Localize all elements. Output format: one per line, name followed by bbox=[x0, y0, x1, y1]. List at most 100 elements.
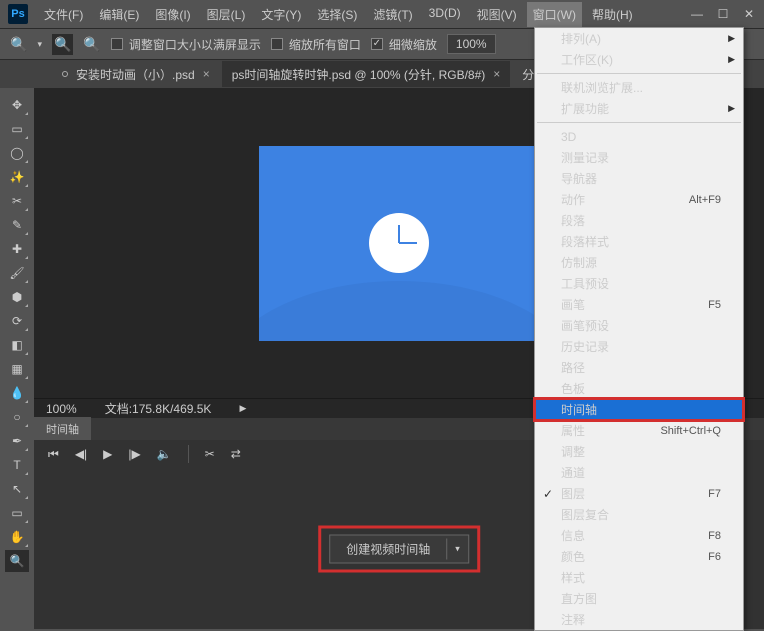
menu-type[interactable]: 文字(Y) bbox=[255, 2, 307, 27]
menu-3d[interactable]: 3D(D) bbox=[423, 2, 467, 27]
gradient-tool-icon[interactable]: ▦ bbox=[5, 358, 29, 380]
menu-select[interactable]: 选择(S) bbox=[311, 2, 363, 27]
hand-tool-icon[interactable]: ✋ bbox=[5, 526, 29, 548]
menu-filter[interactable]: 滤镜(T) bbox=[367, 2, 418, 27]
menu-workspace[interactable]: 工作区(K)▶ bbox=[535, 49, 743, 70]
timeline-panel-tab[interactable]: 时间轴 bbox=[34, 417, 91, 441]
document-canvas[interactable] bbox=[259, 146, 539, 341]
menu-item-信息[interactable]: 信息F8 bbox=[535, 525, 743, 546]
menu-extensions[interactable]: 扩展功能▶ bbox=[535, 98, 743, 119]
dodge-tool-icon[interactable]: ○ bbox=[5, 406, 29, 428]
menu-item-画笔预设[interactable]: 画笔预设 bbox=[535, 315, 743, 336]
menu-item-段落样式[interactable]: 段落样式 bbox=[535, 231, 743, 252]
lasso-tool-icon[interactable]: ◯ bbox=[5, 142, 29, 164]
pen-tool-icon[interactable]: ✒ bbox=[5, 430, 29, 452]
play-icon[interactable]: ▶ bbox=[103, 447, 112, 461]
menu-item-直方图[interactable]: 直方图 bbox=[535, 588, 743, 609]
menu-view[interactable]: 视图(V) bbox=[471, 2, 523, 27]
menu-layer[interactable]: 图层(L) bbox=[201, 2, 252, 27]
menu-item-动作[interactable]: 动作Alt+F9 bbox=[535, 189, 743, 210]
transition-icon[interactable]: ⇄ bbox=[231, 447, 241, 461]
wand-tool-icon[interactable]: ✨ bbox=[5, 166, 29, 188]
crop-tool-icon[interactable]: ✂ bbox=[5, 190, 29, 212]
zoom-out-icon[interactable]: 🔍 bbox=[83, 36, 100, 53]
menu-item-颜色[interactable]: 颜色F6 bbox=[535, 546, 743, 567]
menu-item-画笔[interactable]: 画笔F5 bbox=[535, 294, 743, 315]
menu-arrange[interactable]: 排列(A)▶ bbox=[535, 28, 743, 49]
shape-tool-icon[interactable]: ▭ bbox=[5, 502, 29, 524]
menu-item-3D[interactable]: 3D bbox=[535, 126, 743, 147]
menu-separator bbox=[537, 122, 741, 123]
history-brush-icon[interactable]: ⟳ bbox=[5, 310, 29, 332]
menu-browse-extensions[interactable]: 联机浏览扩展... bbox=[535, 77, 743, 98]
menu-item-导航器[interactable]: 导航器 bbox=[535, 168, 743, 189]
menu-item-图层[interactable]: ✓图层F7 bbox=[535, 483, 743, 504]
menu-item-路径[interactable]: 路径 bbox=[535, 357, 743, 378]
menu-edit[interactable]: 编辑(E) bbox=[93, 2, 145, 27]
clock-minute-hand bbox=[398, 225, 400, 243]
document-tab[interactable]: 安装时动画（小）.psd × bbox=[52, 61, 220, 87]
type-tool-icon[interactable]: T bbox=[5, 454, 29, 476]
menu-item-段落[interactable]: 段落 bbox=[535, 210, 743, 231]
zoom-in-icon[interactable]: 🔍 bbox=[52, 34, 73, 55]
fit-window-checkbox[interactable] bbox=[111, 38, 123, 50]
healing-tool-icon[interactable]: ✚ bbox=[5, 238, 29, 260]
menu-file[interactable]: 文件(F) bbox=[38, 2, 89, 27]
menu-item-历史记录[interactable]: 历史记录 bbox=[535, 336, 743, 357]
next-frame-icon[interactable]: |▶ bbox=[128, 447, 140, 461]
doc-size[interactable]: 文档:175.8K/469.5K bbox=[105, 400, 212, 417]
menu-window[interactable]: 窗口(W) bbox=[527, 2, 582, 27]
opt-fit-window[interactable]: 调整窗口大小以满屏显示 bbox=[111, 36, 261, 53]
menu-item-label: 属性 bbox=[561, 422, 585, 439]
create-button-label: 创建视频时间轴 bbox=[330, 535, 446, 562]
menu-item-label: 样式 bbox=[561, 569, 585, 586]
brush-tool-icon[interactable]: 🖌 bbox=[5, 262, 29, 284]
menu-item-注释[interactable]: 注释 bbox=[535, 609, 743, 630]
chevron-down-icon[interactable]: ▾ bbox=[446, 538, 468, 559]
zoom-level[interactable]: 100% bbox=[46, 402, 77, 416]
menu-item-工具预设[interactable]: 工具预设 bbox=[535, 273, 743, 294]
menu-item-调整[interactable]: 调整 bbox=[535, 441, 743, 462]
document-tab-active[interactable]: ps时间轴旋转时钟.psd @ 100% (分针, RGB/8#) × bbox=[222, 61, 511, 87]
eyedropper-tool-icon[interactable]: ✎ bbox=[5, 214, 29, 236]
zoom-tool-icon[interactable]: 🔍 bbox=[10, 36, 27, 53]
menu-item-色板[interactable]: 色板 bbox=[535, 378, 743, 399]
goto-first-icon[interactable]: ⏮ bbox=[48, 447, 59, 462]
create-video-timeline-button[interactable]: 创建视频时间轴 ▾ bbox=[329, 534, 469, 563]
close-button[interactable]: ✕ bbox=[742, 7, 756, 21]
close-tab-icon[interactable]: × bbox=[493, 67, 500, 81]
menu-shortcut: F7 bbox=[708, 488, 721, 500]
menu-item-时间轴[interactable]: 时间轴 bbox=[535, 399, 743, 420]
marquee-tool-icon[interactable]: ▭ bbox=[5, 118, 29, 140]
scrubby-checkbox[interactable] bbox=[371, 38, 383, 50]
prev-frame-icon[interactable]: ◀| bbox=[75, 447, 87, 461]
zoom-tool-icon[interactable]: 🔍 bbox=[5, 550, 29, 572]
menu-item-样式[interactable]: 样式 bbox=[535, 567, 743, 588]
menu-item-label: 图层复合 bbox=[561, 506, 609, 523]
menu-item-图层复合[interactable]: 图层复合 bbox=[535, 504, 743, 525]
opt-scrubby[interactable]: 细微缩放 bbox=[371, 36, 437, 53]
eraser-tool-icon[interactable]: ◧ bbox=[5, 334, 29, 356]
mute-icon[interactable]: 🔈 bbox=[157, 447, 172, 461]
stamp-tool-icon[interactable]: ⬢ bbox=[5, 286, 29, 308]
minimize-button[interactable]: — bbox=[690, 7, 704, 21]
status-arrow-icon[interactable]: ▶ bbox=[239, 403, 246, 414]
menu-item-通道[interactable]: 通道 bbox=[535, 462, 743, 483]
menu-image[interactable]: 图像(I) bbox=[149, 2, 196, 27]
move-tool-icon[interactable]: ✥ bbox=[5, 94, 29, 116]
maximize-button[interactable]: ☐ bbox=[716, 7, 730, 21]
zoom-100-button[interactable]: 100% bbox=[447, 34, 496, 54]
menu-help[interactable]: 帮助(H) bbox=[586, 2, 639, 27]
blur-tool-icon[interactable]: 💧 bbox=[5, 382, 29, 404]
close-tab-icon[interactable]: × bbox=[203, 67, 210, 81]
zoom-all-checkbox[interactable] bbox=[271, 38, 283, 50]
window-controls: — ☐ ✕ bbox=[690, 7, 756, 21]
menu-item-属性[interactable]: 属性Shift+Ctrl+Q bbox=[535, 420, 743, 441]
opt-zoom-all[interactable]: 缩放所有窗口 bbox=[271, 36, 361, 53]
split-icon[interactable]: ✂ bbox=[205, 447, 215, 461]
menu-item-label: 时间轴 bbox=[561, 401, 597, 418]
tool-preset-dropdown[interactable]: ▾ bbox=[37, 39, 42, 50]
menu-item-仿制源[interactable]: 仿制源 bbox=[535, 252, 743, 273]
menu-item-测量记录[interactable]: 测量记录 bbox=[535, 147, 743, 168]
path-tool-icon[interactable]: ↖ bbox=[5, 478, 29, 500]
